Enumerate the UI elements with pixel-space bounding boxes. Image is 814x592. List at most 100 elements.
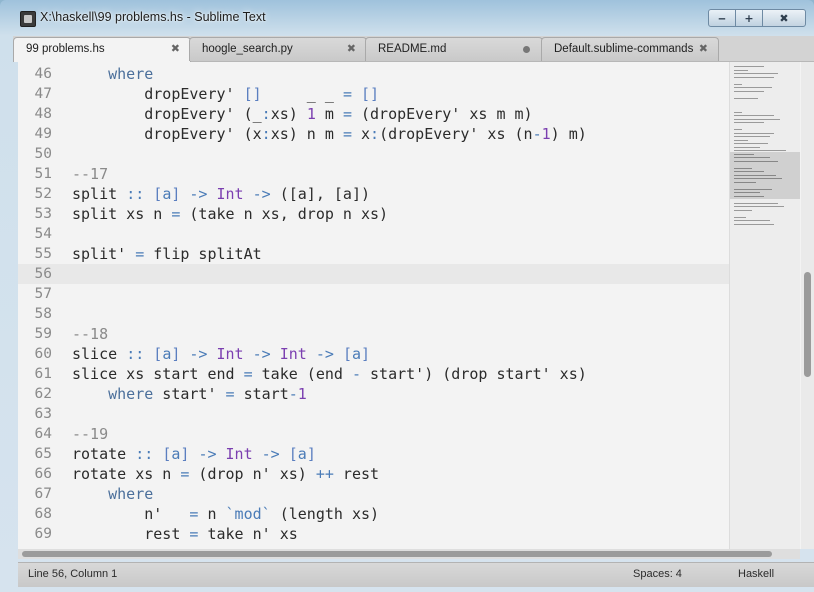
code-token: dropEvery' bbox=[72, 85, 244, 103]
code-token: take n' xs bbox=[198, 525, 298, 543]
tab-readme[interactable]: README.md bbox=[365, 37, 543, 61]
minimap-line bbox=[734, 139, 748, 141]
code-text: where start' = start-1 bbox=[72, 384, 307, 404]
code-line[interactable]: 66 rotate xs n = (drop n' xs) ++ rest bbox=[18, 464, 730, 484]
tab-label: README.md bbox=[378, 43, 447, 55]
tab-label: 99 problems.hs bbox=[26, 43, 105, 55]
code-token: take (end bbox=[252, 365, 352, 383]
close-button[interactable]: ✖ bbox=[762, 9, 806, 27]
code-line[interactable]: 61 slice xs start end = take (end - start… bbox=[18, 364, 730, 384]
code-line[interactable]: 53 split xs n = (take n xs, drop n xs) bbox=[18, 204, 730, 224]
maximize-button[interactable]: + bbox=[735, 9, 763, 27]
tab-default-sublime-commands[interactable]: Default.sublime-commands ✖ bbox=[541, 37, 719, 61]
code-token: [] bbox=[361, 85, 380, 103]
code-token: a bbox=[351, 345, 361, 363]
code-line[interactable]: 62 where start' = start-1 bbox=[18, 384, 730, 404]
code-line[interactable]: 55 split' = flip splitAt bbox=[18, 244, 730, 264]
horizontal-scroll-thumb[interactable] bbox=[22, 551, 772, 557]
code-editor[interactable]: 46 where 47 dropEvery' [] _ _ = [] 48 drop… bbox=[18, 62, 814, 549]
syntax-selector[interactable]: Haskell bbox=[738, 568, 774, 580]
code-token: [] bbox=[243, 85, 262, 103]
minimap-line bbox=[734, 143, 768, 144]
tab-close-icon[interactable]: ✖ bbox=[699, 42, 708, 55]
code-line[interactable]: 46 where bbox=[18, 64, 730, 84]
code-text: rotate :: [a] -> Int -> [a] bbox=[72, 444, 316, 464]
code-line[interactable]: 67 where bbox=[18, 484, 730, 504]
tab-99-problems[interactable]: 99 problems.hs ✖ bbox=[13, 37, 191, 62]
code-token: = bbox=[342, 125, 352, 143]
line-number: 61 bbox=[34, 366, 52, 382]
code-line[interactable]: 52 split :: [a] -> Int -> ([a], [a]) bbox=[18, 184, 730, 204]
cursor-position: Line 56, Column 1 bbox=[28, 568, 118, 580]
minimap-line bbox=[734, 76, 774, 78]
minimap-line bbox=[734, 146, 760, 148]
vertical-scroll-thumb[interactable] bbox=[804, 272, 811, 377]
code-line[interactable]: 64 --19 bbox=[18, 424, 730, 444]
minimap-line bbox=[734, 206, 784, 207]
code-token: (dropEvery' xs (n bbox=[379, 125, 533, 143]
code-token: `mod` bbox=[225, 505, 271, 523]
line-number: 55 bbox=[34, 246, 52, 262]
minimap-line bbox=[734, 73, 778, 74]
window-title: X:\haskell\99 problems.hs - Sublime Text bbox=[40, 10, 266, 24]
line-number: 49 bbox=[34, 126, 52, 142]
code-line[interactable]: 60 slice :: [a] -> Int -> Int -> [a] bbox=[18, 344, 730, 364]
minimap-line bbox=[734, 87, 772, 88]
minimap[interactable] bbox=[729, 62, 800, 549]
code-line[interactable]: 58 bbox=[18, 304, 730, 324]
code-token: 1 bbox=[297, 385, 307, 403]
tab-hoogle-search[interactable]: hoogle_search.py ✖ bbox=[189, 37, 367, 61]
code-token: rest bbox=[72, 525, 190, 543]
line-number: 63 bbox=[34, 406, 52, 422]
unsaved-dot-icon[interactable] bbox=[523, 46, 530, 53]
code-line[interactable]: 59 --18 bbox=[18, 324, 730, 344]
code-text: n' = n `mod` (length xs) bbox=[72, 504, 379, 524]
code-token: m bbox=[315, 105, 343, 123]
line-number: 51 bbox=[34, 166, 52, 182]
tab-close-icon[interactable]: ✖ bbox=[347, 42, 356, 55]
minimap-line bbox=[734, 202, 778, 204]
code-line[interactable]: 50 bbox=[18, 144, 730, 164]
indentation-setting[interactable]: Spaces: 4 bbox=[633, 568, 682, 580]
code-token: ] bbox=[361, 345, 371, 363]
code-line[interactable]: 68 n' = n `mod` (length xs) bbox=[18, 504, 730, 524]
code-token: -> bbox=[252, 345, 271, 363]
code-line[interactable]: 63 bbox=[18, 404, 730, 424]
code-line[interactable]: 51 --17 bbox=[18, 164, 730, 184]
code-line[interactable]: 56 bbox=[18, 264, 730, 284]
code-line[interactable]: 54 bbox=[18, 224, 730, 244]
code-token: xs) bbox=[270, 105, 307, 123]
code-line[interactable]: 65 rotate :: [a] -> Int -> [a] bbox=[18, 444, 730, 464]
tab-close-icon[interactable]: ✖ bbox=[171, 42, 180, 55]
code-line[interactable]: 47 dropEvery' [] _ _ = [] bbox=[18, 84, 730, 104]
code-token: where bbox=[108, 485, 154, 503]
code-line[interactable]: 69 rest = take n' xs bbox=[18, 524, 730, 544]
tab-label: Default.sublime-commands bbox=[554, 43, 694, 55]
line-number: 59 bbox=[34, 326, 52, 342]
vertical-scrollbar[interactable] bbox=[801, 62, 814, 549]
code-line[interactable]: 49 dropEvery' (x:xs) n m = x:(dropEvery'… bbox=[18, 124, 730, 144]
code-token: rotate bbox=[72, 445, 136, 463]
code-token: --17 bbox=[72, 165, 109, 183]
code-token: dropEvery' (x bbox=[72, 125, 262, 143]
line-number: 47 bbox=[34, 86, 52, 102]
code-text: --18 bbox=[72, 324, 108, 344]
code-token: ] bbox=[306, 445, 316, 463]
line-number: 65 bbox=[34, 446, 52, 462]
minimap-viewport[interactable] bbox=[730, 152, 800, 199]
code-token: a bbox=[162, 345, 172, 363]
code-token: - bbox=[351, 365, 361, 383]
code-line[interactable]: 48 dropEvery' (_:xs) 1 m = (dropEvery' x… bbox=[18, 104, 730, 124]
code-token: (length xs) bbox=[270, 505, 380, 523]
code-line[interactable]: 57 bbox=[18, 284, 730, 304]
minimize-button[interactable]: ‒ bbox=[708, 9, 736, 27]
horizontal-scrollbar[interactable] bbox=[18, 549, 800, 559]
code-token: -> bbox=[189, 345, 208, 363]
code-token: ++ bbox=[315, 465, 334, 483]
minimap-line bbox=[734, 150, 786, 151]
code-token: -> bbox=[261, 445, 280, 463]
